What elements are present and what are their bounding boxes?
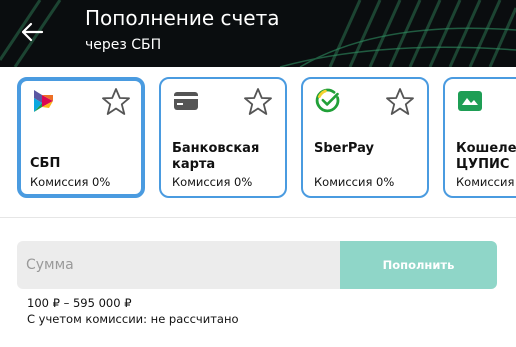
amount-range: 100 ₽ – 595 000 ₽ bbox=[27, 296, 132, 310]
method-name: SberPay bbox=[314, 141, 374, 156]
method-card-sbp[interactable]: СБП Комиссия 0% bbox=[17, 77, 145, 198]
arrow-left-icon bbox=[21, 22, 44, 42]
favorite-star-icon[interactable] bbox=[243, 87, 273, 117]
method-fee: Комиссия bbox=[456, 175, 515, 189]
page-title: Пополнение счета bbox=[85, 6, 280, 30]
favorite-star-icon[interactable] bbox=[101, 87, 131, 117]
method-name: СБП bbox=[30, 156, 61, 171]
method-fee: Комиссия 0% bbox=[30, 175, 111, 189]
payment-methods: СБП Комиссия 0% Банковская карта Комисси… bbox=[0, 67, 516, 218]
back-button[interactable] bbox=[18, 18, 46, 46]
method-card-cupis-wallet[interactable]: Кошелек ЦУПИС Комиссия bbox=[443, 77, 516, 198]
method-card-bank-card[interactable]: Банковская карта Комиссия 0% bbox=[159, 77, 287, 198]
sbp-logo-icon bbox=[34, 90, 53, 112]
method-card-sberpay[interactable]: SberPay Комиссия 0% bbox=[301, 77, 429, 198]
bank-card-icon bbox=[174, 92, 198, 110]
amount-input[interactable] bbox=[17, 241, 340, 289]
sberpay-logo-icon bbox=[315, 88, 340, 113]
favorite-star-icon[interactable] bbox=[385, 87, 415, 117]
method-name: Кошелек ЦУПИС bbox=[456, 141, 516, 172]
method-fee: Комиссия 0% bbox=[172, 175, 253, 189]
wallet-icon bbox=[458, 91, 482, 111]
top-up-button[interactable]: Пополнить bbox=[340, 241, 497, 289]
method-fee: Комиссия 0% bbox=[314, 175, 395, 189]
page-subtitle: через СБП bbox=[85, 37, 162, 53]
commission-note: С учетом комиссии: не рассчитано bbox=[27, 312, 239, 326]
page-header: Пополнение счета через СБП bbox=[0, 0, 516, 67]
method-name: Банковская карта bbox=[172, 141, 260, 172]
